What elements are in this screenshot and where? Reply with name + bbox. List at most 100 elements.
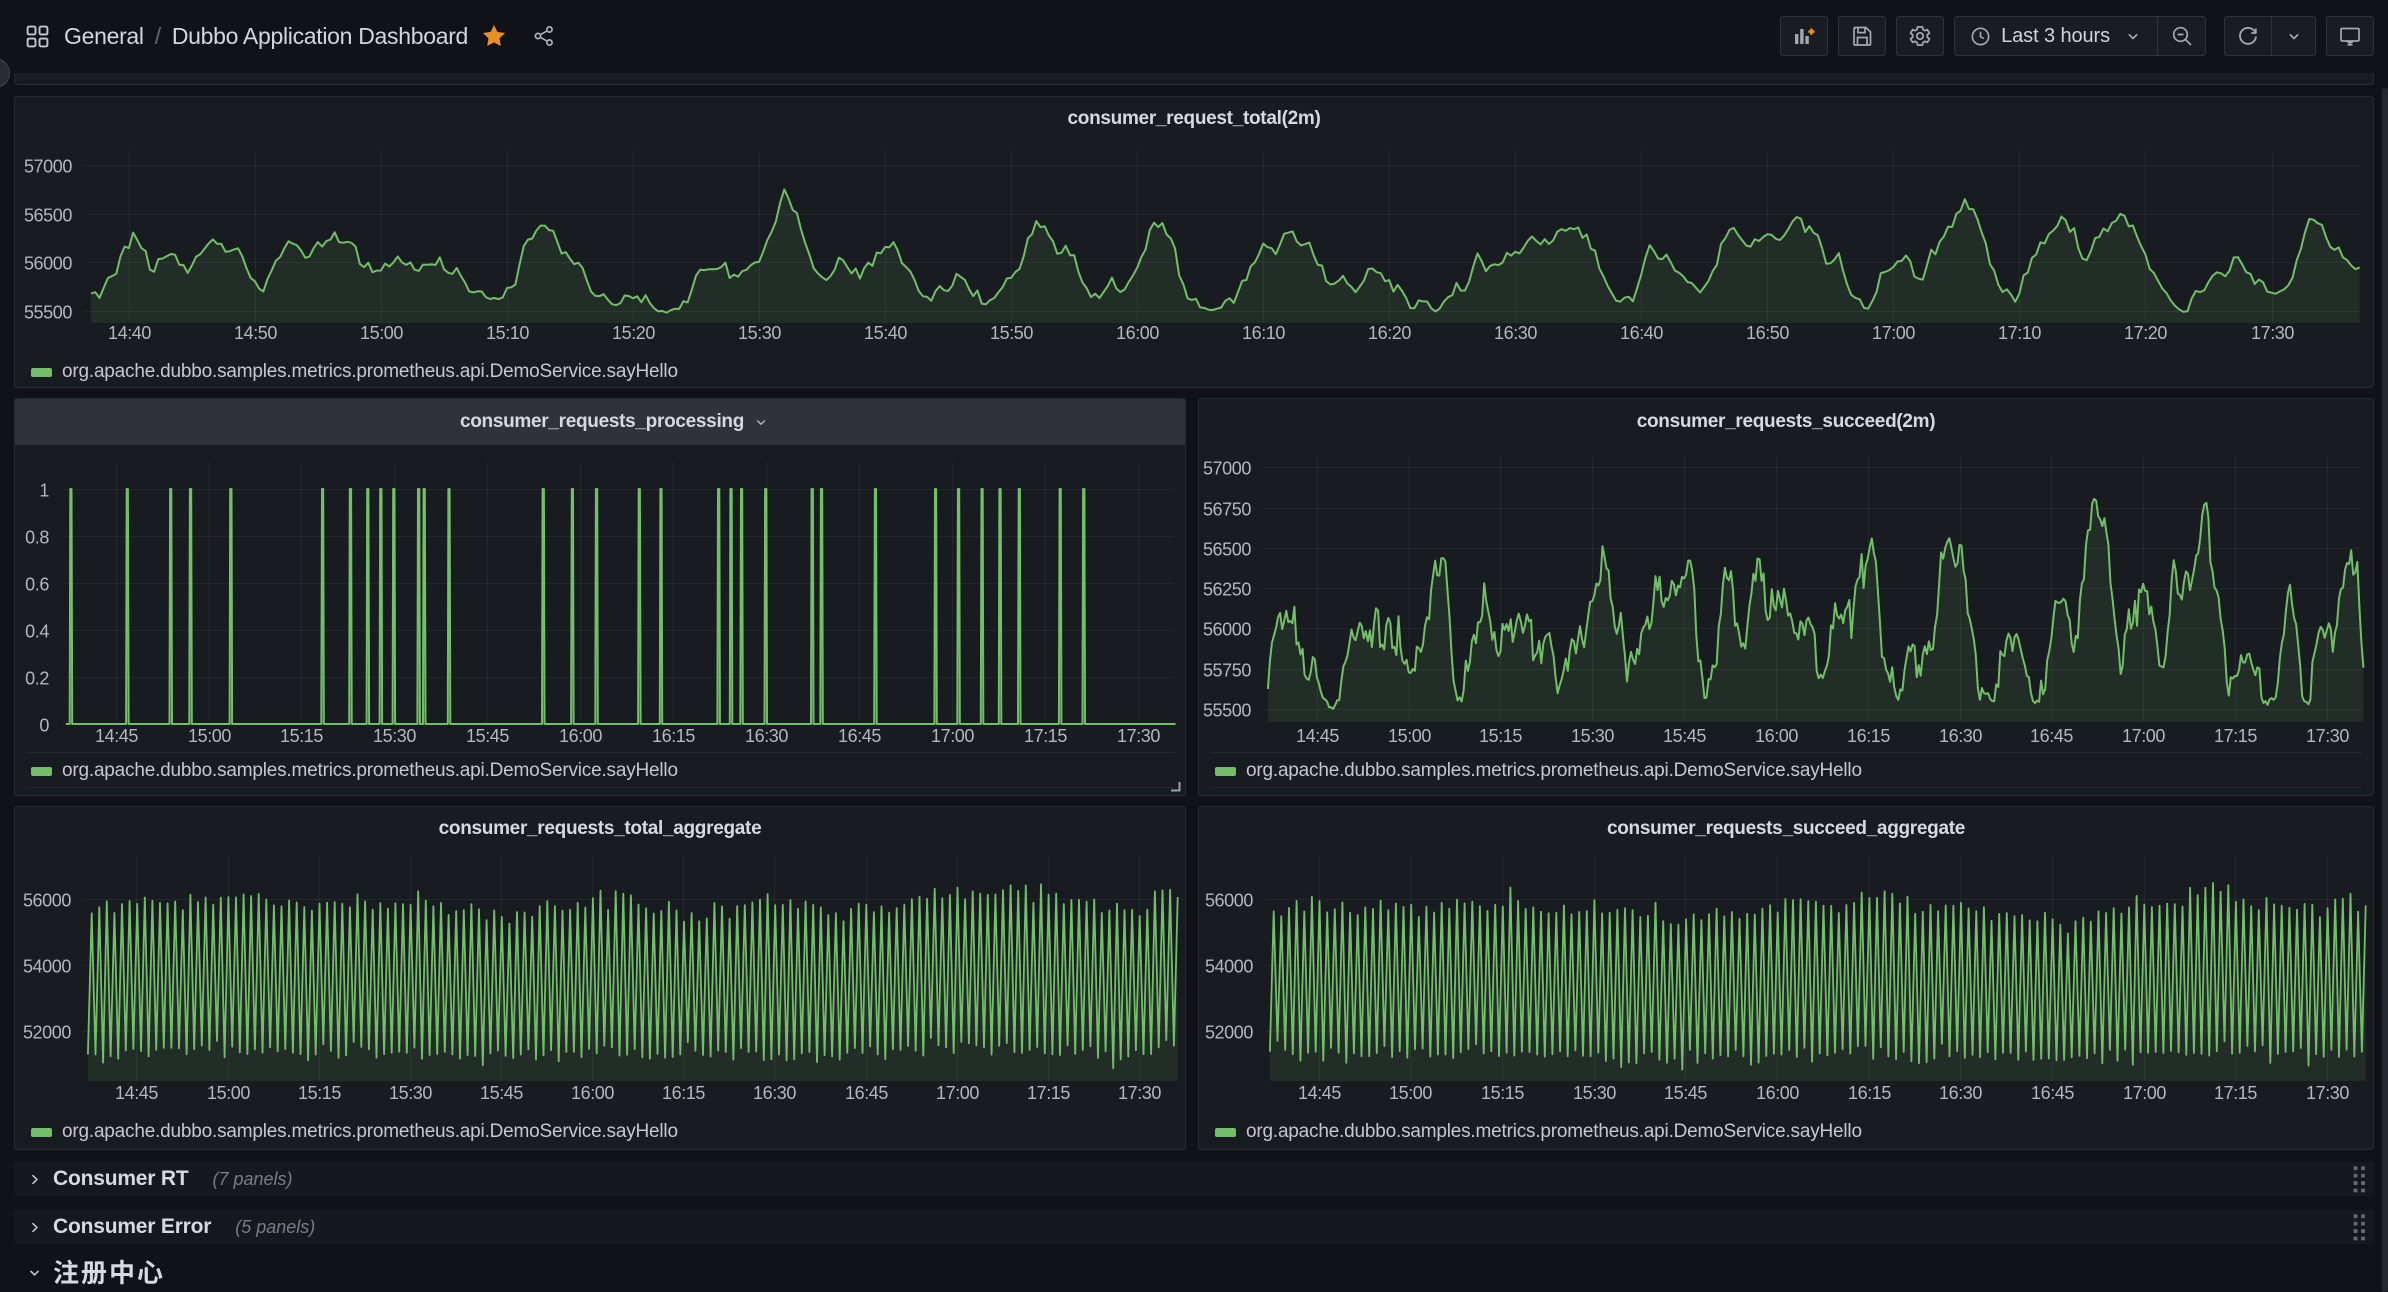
svg-text:16:45: 16:45 xyxy=(845,1083,888,1103)
svg-text:15:15: 15:15 xyxy=(280,726,323,746)
svg-text:17:15: 17:15 xyxy=(2214,1083,2257,1103)
svg-text:17:15: 17:15 xyxy=(2214,726,2257,746)
svg-text:55750: 55750 xyxy=(1203,661,1251,681)
row-header-consumer-error[interactable]: Consumer Error (5 panels) xyxy=(14,1210,2374,1244)
svg-text:16:40: 16:40 xyxy=(1620,323,1663,343)
row-header-consumer-rt[interactable]: Consumer RT (7 panels) xyxy=(14,1162,2374,1196)
cycle-view-button[interactable] xyxy=(2326,16,2374,56)
svg-text:16:00: 16:00 xyxy=(1116,323,1159,343)
dashboard-settings-button[interactable] xyxy=(1896,16,1944,56)
svg-text:15:30: 15:30 xyxy=(738,323,781,343)
breadcrumb-section[interactable]: General xyxy=(64,23,144,50)
svg-text:17:00: 17:00 xyxy=(1872,323,1915,343)
apps-grid-icon[interactable] xyxy=(24,23,51,50)
svg-text:17:15: 17:15 xyxy=(1027,1083,1070,1103)
svg-text:15:30: 15:30 xyxy=(1573,1083,1616,1103)
legend-label: org.apache.dubbo.samples.metrics.prometh… xyxy=(62,760,678,782)
row-title-glyph-1 xyxy=(81,1259,107,1285)
legend-label: org.apache.dubbo.samples.metrics.prometh… xyxy=(62,361,678,383)
gear-icon xyxy=(1908,24,1932,48)
zoom-out-button[interactable] xyxy=(2158,16,2206,56)
chart-plot[interactable]: 5550055750560005625056500567505700014:45… xyxy=(1199,399,2373,795)
svg-text:15:00: 15:00 xyxy=(207,1083,250,1103)
svg-text:15:45: 15:45 xyxy=(1663,726,1706,746)
svg-text:17:30: 17:30 xyxy=(2306,726,2349,746)
drag-handle-icon[interactable] xyxy=(2351,1164,2368,1194)
refresh-interval-dropdown[interactable] xyxy=(2272,16,2316,56)
svg-text:17:30: 17:30 xyxy=(1118,1083,1161,1103)
svg-text:16:50: 16:50 xyxy=(1746,323,1789,343)
save-dashboard-button[interactable] xyxy=(1838,16,1886,56)
svg-text:15:30: 15:30 xyxy=(1571,726,1614,746)
panel-resize-handle[interactable] xyxy=(1169,779,1181,791)
drag-handle-icon[interactable] xyxy=(2351,1212,2368,1242)
breadcrumb-page-title[interactable]: Dubbo Application Dashboard xyxy=(172,23,468,50)
chart-plot[interactable]: 52000540005600014:4515:0015:1515:3015:45… xyxy=(15,807,1185,1149)
svg-text:52000: 52000 xyxy=(23,1023,71,1043)
row-title: 注册中心 xyxy=(53,1259,163,1285)
chevron-right-icon xyxy=(25,1170,44,1189)
breadcrumb-divider: / xyxy=(153,23,163,50)
svg-text:16:30: 16:30 xyxy=(1939,1083,1982,1103)
svg-text:15:40: 15:40 xyxy=(864,323,907,343)
chart-legend[interactable]: org.apache.dubbo.samples.metrics.prometh… xyxy=(1215,1121,1862,1143)
monitor-icon xyxy=(2338,24,2362,48)
svg-text:55500: 55500 xyxy=(24,303,72,323)
svg-text:57000: 57000 xyxy=(24,157,72,177)
chart-plot[interactable]: 52000540005600014:4515:0015:1515:3015:45… xyxy=(1199,807,2373,1149)
svg-text:17:00: 17:00 xyxy=(2123,1083,2166,1103)
row-header-registry-center[interactable]: 注册中心 xyxy=(14,1252,2374,1292)
chart-plot[interactable]: 00.20.40.60.8114:4515:0015:1515:3015:451… xyxy=(15,399,1185,795)
chart-legend[interactable]: org.apache.dubbo.samples.metrics.prometh… xyxy=(31,1121,678,1143)
svg-text:16:45: 16:45 xyxy=(838,726,881,746)
svg-text:15:45: 15:45 xyxy=(480,1083,523,1103)
legend-label: org.apache.dubbo.samples.metrics.prometh… xyxy=(62,1121,678,1143)
svg-text:0.8: 0.8 xyxy=(25,528,49,548)
svg-text:56000: 56000 xyxy=(1205,891,1253,911)
svg-text:16:30: 16:30 xyxy=(745,726,788,746)
row-title-glyph-3 xyxy=(137,1259,163,1285)
svg-text:16:00: 16:00 xyxy=(1756,1083,1799,1103)
svg-text:16:15: 16:15 xyxy=(662,1083,705,1103)
svg-text:14:45: 14:45 xyxy=(95,726,138,746)
svg-text:16:30: 16:30 xyxy=(1939,726,1982,746)
svg-text:56250: 56250 xyxy=(1203,580,1251,600)
svg-text:14:45: 14:45 xyxy=(1296,726,1339,746)
svg-text:0.4: 0.4 xyxy=(25,622,49,642)
svg-text:15:15: 15:15 xyxy=(298,1083,341,1103)
svg-text:17:20: 17:20 xyxy=(2124,323,2167,343)
row-title-glyph-0 xyxy=(53,1259,79,1285)
star-icon[interactable] xyxy=(481,23,507,49)
svg-text:16:10: 16:10 xyxy=(1242,323,1285,343)
legend-swatch xyxy=(31,1128,52,1137)
chart-plot[interactable]: 5550056000565005700014:4014:5015:0015:10… xyxy=(15,97,2373,387)
chart-legend[interactable]: org.apache.dubbo.samples.metrics.prometh… xyxy=(31,361,678,383)
time-range-picker[interactable]: Last 3 hours xyxy=(1954,16,2158,56)
chart-legend[interactable]: org.apache.dubbo.samples.metrics.prometh… xyxy=(31,760,678,782)
svg-text:56000: 56000 xyxy=(23,891,71,911)
navbar: General / Dubbo Application Dashboard La… xyxy=(0,0,2388,72)
add-panel-icon xyxy=(1792,24,1816,48)
svg-text:17:00: 17:00 xyxy=(2122,726,2165,746)
svg-text:56750: 56750 xyxy=(1203,500,1251,520)
add-panel-button[interactable] xyxy=(1780,16,1828,56)
chevron-down-icon xyxy=(2123,26,2143,46)
chart-legend[interactable]: org.apache.dubbo.samples.metrics.prometh… xyxy=(1215,760,1862,782)
svg-text:16:45: 16:45 xyxy=(2030,726,2073,746)
svg-text:15:30: 15:30 xyxy=(389,1083,432,1103)
share-icon[interactable] xyxy=(532,24,556,48)
toolbar: Last 3 hours xyxy=(1770,16,2374,56)
svg-text:0.6: 0.6 xyxy=(25,575,49,595)
svg-text:54000: 54000 xyxy=(23,957,71,977)
svg-text:56500: 56500 xyxy=(24,206,72,226)
svg-text:16:15: 16:15 xyxy=(1848,1083,1891,1103)
scrollbar[interactable] xyxy=(2382,88,2388,1292)
legend-label: org.apache.dubbo.samples.metrics.prometh… xyxy=(1246,760,1862,782)
chevron-down-icon xyxy=(2284,26,2304,46)
refresh-button[interactable] xyxy=(2224,16,2272,56)
svg-text:14:50: 14:50 xyxy=(234,323,277,343)
svg-text:16:30: 16:30 xyxy=(1494,323,1537,343)
row-title-glyph-2 xyxy=(109,1259,135,1285)
svg-text:1: 1 xyxy=(39,481,49,501)
svg-text:52000: 52000 xyxy=(1205,1023,1253,1043)
